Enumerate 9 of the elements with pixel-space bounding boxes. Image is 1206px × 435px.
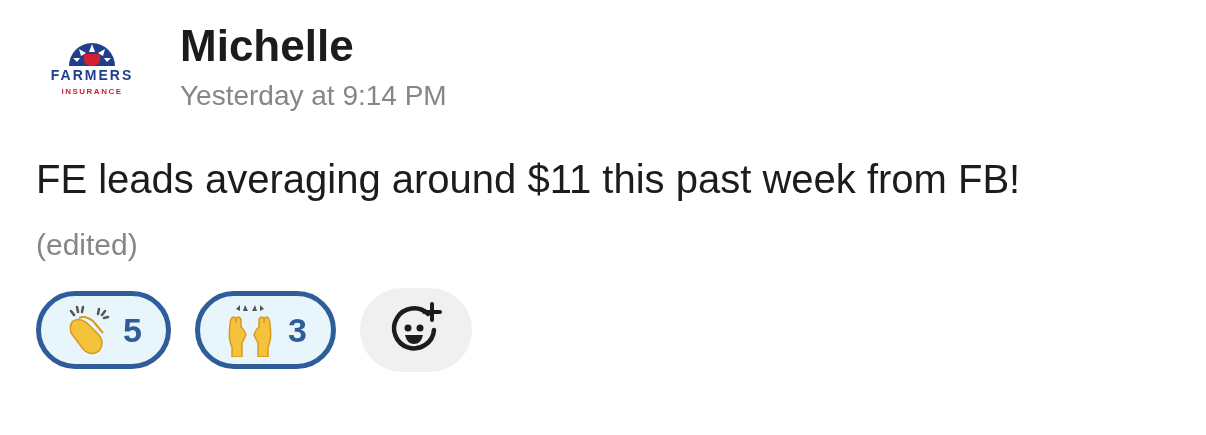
author-name: Michelle — [180, 20, 355, 72]
timestamp: Yesterday at 9:14 PM — [180, 79, 447, 113]
message-text: FE leads averaging around $11 this past week from FB! (edited) — [36, 156, 1022, 263]
reaction-count: 3 — [287, 309, 307, 351]
reaction-pill[interactable]: 5 — [36, 291, 171, 369]
reaction-pill[interactable]: 3 — [194, 291, 336, 369]
logo-subtitle: INSURANCE — [61, 88, 123, 96]
reaction-count: 5 — [123, 309, 142, 351]
logo-brand: FARMERS — [50, 68, 134, 82]
